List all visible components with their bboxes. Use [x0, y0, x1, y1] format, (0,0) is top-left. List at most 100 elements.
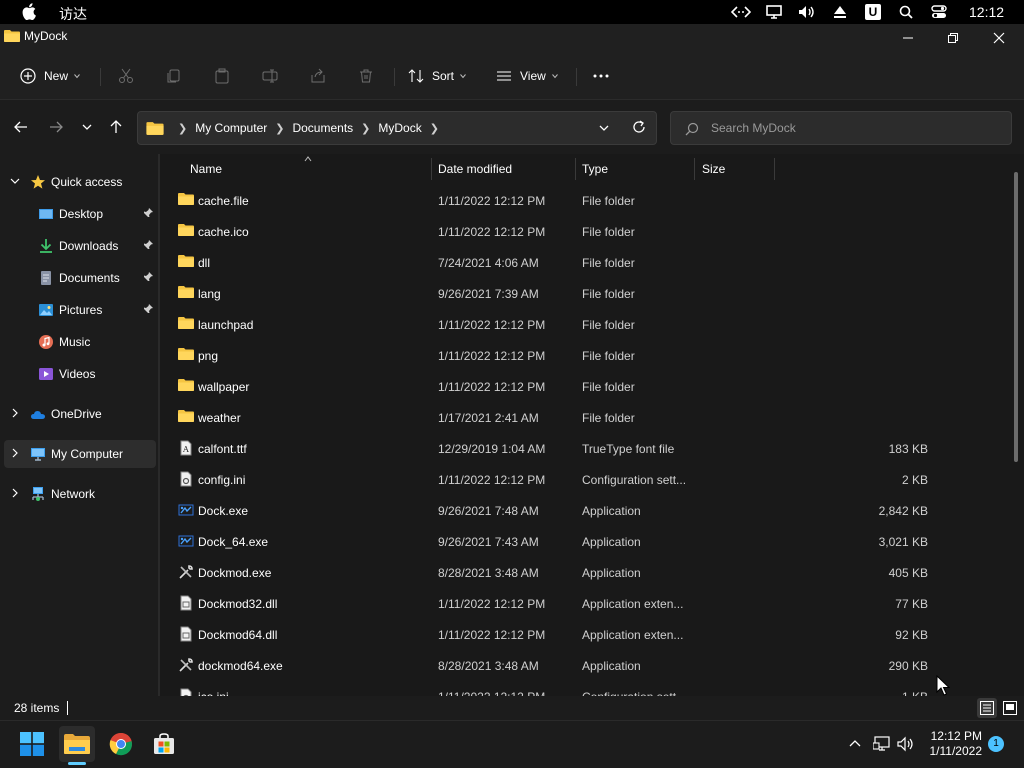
- search-box[interactable]: [670, 111, 1012, 145]
- file-type: File folder: [582, 287, 635, 301]
- tiles-view-button[interactable]: [1000, 698, 1020, 718]
- taskbar-clock[interactable]: 12:12 PM 1/11/2022: [926, 729, 983, 759]
- rename-button[interactable]: [262, 64, 278, 88]
- monitor-icon[interactable]: [764, 2, 784, 22]
- column-header-date[interactable]: Date modified: [438, 154, 573, 184]
- nav-my-computer[interactable]: My Computer: [4, 440, 156, 468]
- eject-icon[interactable]: [830, 2, 850, 22]
- chevron-right-icon[interactable]: ❯: [430, 122, 439, 135]
- chevron-down-icon[interactable]: [10, 176, 20, 186]
- chevron-right-icon[interactable]: [10, 448, 20, 458]
- taskbar-file-explorer[interactable]: [59, 726, 95, 762]
- nav-pictures[interactable]: Pictures: [4, 296, 156, 324]
- more-options-button[interactable]: [592, 64, 610, 88]
- apple-icon[interactable]: [22, 3, 36, 20]
- pin-icon[interactable]: [142, 239, 154, 251]
- share-button[interactable]: [310, 64, 326, 88]
- vertical-scrollbar[interactable]: [1014, 172, 1018, 462]
- input-method-icon[interactable]: U: [864, 2, 882, 22]
- file-row[interactable]: dll 7/24/2021 4:06 AM File folder: [168, 247, 928, 278]
- recent-locations-button[interactable]: [76, 116, 98, 138]
- cut-button[interactable]: [118, 64, 134, 88]
- paste-button[interactable]: [214, 64, 230, 88]
- nav-network[interactable]: Network: [4, 480, 156, 508]
- file-row[interactable]: Dockmod.exe 8/28/2021 3:48 AM Application 4…: [168, 557, 928, 588]
- forward-button[interactable]: [45, 116, 67, 138]
- sort-button[interactable]: Sort: [408, 64, 466, 88]
- notification-badge[interactable]: 1: [988, 736, 1004, 752]
- refresh-button[interactable]: [632, 120, 646, 137]
- file-row[interactable]: launchpad 1/11/2022 12:12 PM File folder: [168, 309, 928, 340]
- file-row[interactable]: dockmod64.exe 8/28/2021 3:48 AM Applicatio…: [168, 650, 928, 681]
- file-row[interactable]: weather 1/17/2021 2:41 AM File folder: [168, 402, 928, 433]
- chevron-right-icon[interactable]: [10, 488, 20, 498]
- file-row[interactable]: Acalfont.ttf 12/29/2019 1:04 AM TrueType f…: [168, 433, 928, 464]
- control-center-icon[interactable]: [928, 2, 950, 22]
- breadcrumb-my-computer[interactable]: My Computer: [195, 121, 267, 135]
- file-row[interactable]: cache.file 1/11/2022 12:12 PM File folder: [168, 185, 928, 216]
- trash-icon: [360, 69, 372, 83]
- file-date: 1/11/2022 12:12 PM: [438, 628, 546, 642]
- file-row[interactable]: lang 9/26/2021 7:39 AM File folder: [168, 278, 928, 309]
- code-icon[interactable]: [730, 2, 752, 22]
- folder-icon: [178, 316, 194, 332]
- menubar-clock[interactable]: 12:12: [969, 4, 1004, 20]
- nav-onedrive[interactable]: OneDrive: [4, 400, 156, 428]
- start-button[interactable]: [14, 726, 50, 762]
- pin-icon[interactable]: [142, 207, 154, 219]
- taskbar-store[interactable]: [146, 726, 182, 762]
- file-row[interactable]: Dockmod32.dll 1/11/2022 12:12 PM Applicati…: [168, 588, 928, 619]
- breadcrumb-mydock[interactable]: MyDock: [378, 121, 421, 135]
- breadcrumb-documents[interactable]: Documents: [292, 121, 353, 135]
- volume-icon[interactable]: [796, 2, 818, 22]
- nav-downloads[interactable]: Downloads: [4, 232, 156, 260]
- file-row[interactable]: wallpaper 1/11/2022 12:12 PM File folder: [168, 371, 928, 402]
- pin-icon[interactable]: [142, 303, 154, 315]
- tools-icon: [178, 564, 194, 580]
- nav-music[interactable]: Music: [4, 328, 156, 356]
- chevron-right-icon[interactable]: ❯: [275, 122, 284, 135]
- nav-label: Quick access: [51, 175, 123, 189]
- folder-icon: [178, 285, 194, 301]
- details-view-button[interactable]: [977, 698, 997, 718]
- copy-button[interactable]: [166, 64, 182, 88]
- pin-icon[interactable]: [142, 271, 154, 283]
- taskbar-chrome[interactable]: [103, 726, 139, 762]
- nav-videos[interactable]: Videos: [4, 360, 156, 388]
- column-header-size[interactable]: Size: [702, 154, 774, 184]
- minimize-button[interactable]: [893, 28, 923, 48]
- file-row[interactable]: cache.ico 1/11/2022 12:12 PM File folder: [168, 216, 928, 247]
- refresh-icon: [633, 120, 645, 133]
- address-history-button[interactable]: [598, 122, 610, 137]
- command-bar: New Sort View: [0, 52, 1024, 100]
- view-button[interactable]: View: [496, 64, 558, 88]
- picture-icon: [39, 304, 53, 316]
- search-input[interactable]: [711, 112, 1001, 144]
- restore-button[interactable]: [938, 28, 968, 48]
- file-row[interactable]: config.ini 1/11/2022 12:12 PM Configuratio…: [168, 464, 928, 495]
- back-button[interactable]: [10, 116, 32, 138]
- nav-desktop[interactable]: Desktop: [4, 200, 156, 228]
- file-row[interactable]: png 1/11/2022 12:12 PM File folder: [168, 340, 928, 371]
- search-icon[interactable]: [896, 2, 916, 22]
- file-row[interactable]: ico.ini1/11/2022 12:12 PMConfiguration s…: [168, 681, 928, 696]
- file-date: 9/26/2021 7:39 AM: [438, 287, 539, 301]
- new-button[interactable]: New: [20, 64, 80, 88]
- file-row[interactable]: Dock_64.exe 9/26/2021 7:43 AM Application 3…: [168, 526, 928, 557]
- column-header-type[interactable]: Type: [582, 154, 694, 184]
- chevron-right-icon[interactable]: ❯: [361, 122, 370, 135]
- file-type: File folder: [582, 349, 635, 363]
- nav-quick-access[interactable]: Quick access: [4, 168, 156, 196]
- show-hidden-icons-button[interactable]: [845, 734, 865, 754]
- file-row[interactable]: Dockmod64.dll 1/11/2022 12:12 PM Applicati…: [168, 619, 928, 650]
- up-button[interactable]: [105, 116, 127, 138]
- speaker-icon[interactable]: [896, 734, 916, 754]
- delete-button[interactable]: [358, 64, 374, 88]
- address-bar[interactable]: ❯ My Computer ❯ Documents ❯ MyDock ❯: [137, 111, 657, 145]
- app-name[interactable]: 访达: [59, 4, 87, 24]
- close-button[interactable]: [984, 28, 1014, 48]
- network-status-icon[interactable]: [872, 734, 892, 754]
- file-row[interactable]: Dock.exe 9/26/2021 7:48 AM Application 2,84…: [168, 495, 928, 526]
- nav-documents[interactable]: Documents: [4, 264, 156, 292]
- chevron-right-icon[interactable]: [10, 408, 20, 418]
